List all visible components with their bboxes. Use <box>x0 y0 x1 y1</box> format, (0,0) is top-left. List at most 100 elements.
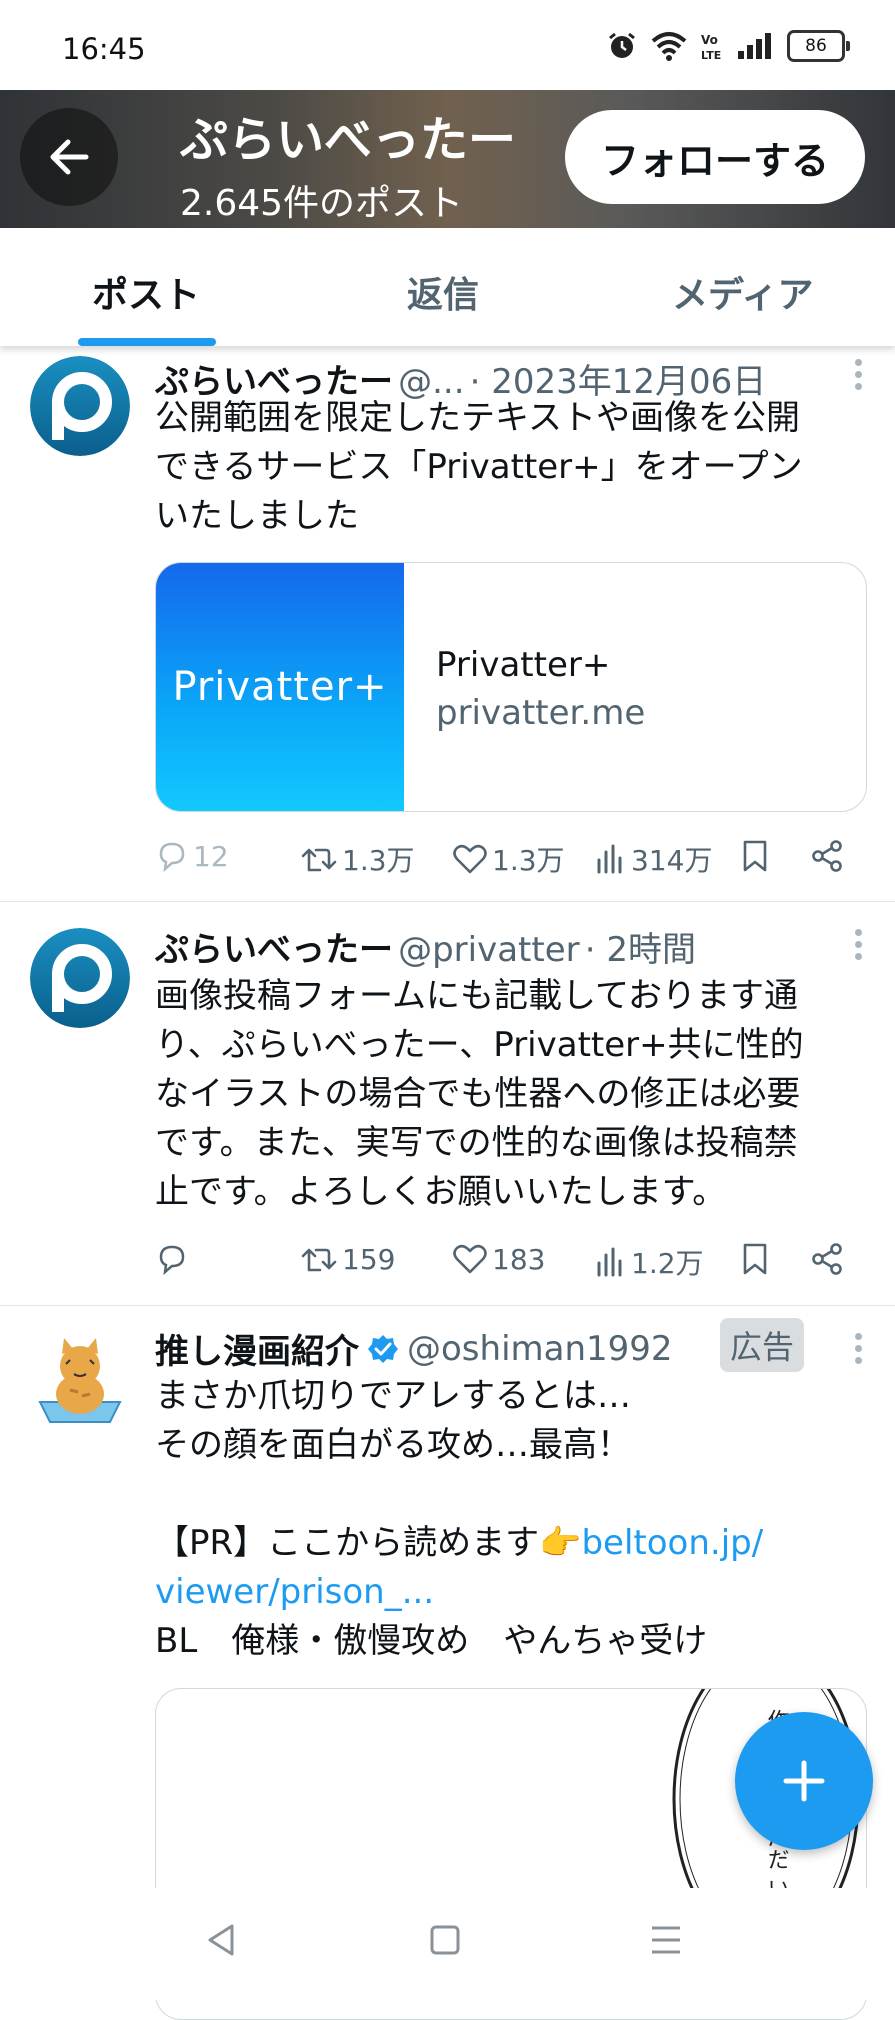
profile-tabs: ポスト 返信 メディア <box>0 228 895 346</box>
share-icon <box>812 1243 842 1275</box>
profile-header: ぷらいべったー 2.645件のポスト フォローする <box>0 90 895 228</box>
status-time: 16:45 <box>62 32 146 66</box>
post-link[interactable]: beltoon.jp/ <box>581 1523 763 1563</box>
post-text-line: まさか爪切りでアレするとは… <box>155 1376 631 1416</box>
tab-replies[interactable]: 返信 <box>407 266 479 318</box>
verified-badge-icon <box>368 1334 398 1363</box>
nav-home-icon[interactable] <box>425 1920 465 1960</box>
reply-icon <box>159 1245 185 1276</box>
post-text-line: 画像投稿フォームにも記載しております通 <box>155 976 798 1016</box>
share-icon <box>812 840 842 872</box>
reply-button[interactable]: 12 <box>155 839 229 873</box>
bookmark-icon <box>743 840 767 872</box>
reply-count: 12 <box>193 839 229 873</box>
bookmark-button[interactable] <box>740 839 770 873</box>
link-card-image: Privatter+ <box>156 563 404 811</box>
repost-icon <box>301 1248 337 1272</box>
views-button[interactable]: 1.2万 <box>595 1242 704 1282</box>
post-time: · 2時間 <box>584 930 696 970</box>
like-count: 183 <box>492 1242 546 1276</box>
tab-media[interactable]: メディア <box>672 266 813 318</box>
more-options-icon[interactable] <box>855 924 865 965</box>
post-text: 公開範囲を限定したテキストや画像を公開 できるサービス「Privatter+」を… <box>155 394 875 541</box>
alarm-icon <box>609 32 635 58</box>
link-card-domain: privatter.me <box>436 693 646 733</box>
post-text-line: その顔を面白がる攻め…最高！ <box>155 1425 631 1465</box>
post-actions: 12 1.3万 1.3万 314万 <box>155 839 855 879</box>
post-text-line: なイラストの場合でも性器への修正は必要 <box>155 1074 801 1114</box>
post-link[interactable]: viewer/prison_... <box>155 1568 875 1617</box>
post-text: 画像投稿フォームにも記載しております通 り、ぷらいべったー、Privatter+… <box>155 972 875 1217</box>
repost-button[interactable]: 1.3万 <box>300 839 415 879</box>
like-button[interactable]: 1.3万 <box>452 839 565 879</box>
view-count: 314万 <box>631 844 713 877</box>
repost-icon <box>301 848 337 872</box>
status-bar: 16:45 Vo LTE 86 <box>0 0 895 90</box>
views-icon <box>597 844 622 874</box>
battery-icon: 86 <box>787 30 850 62</box>
tab-posts[interactable]: ポスト <box>92 266 200 318</box>
repost-count: 1.3万 <box>342 844 415 877</box>
wifi-icon <box>651 32 687 61</box>
post-header: ぷらいべったー @privatter · 2時間 <box>155 922 696 971</box>
status-icons: Vo LTE 86 <box>607 30 850 62</box>
author-handle[interactable]: @oshiman1992 <box>407 1329 673 1369</box>
ad-badge: 広告 <box>720 1318 804 1372</box>
repost-button[interactable]: 159 <box>300 1242 395 1276</box>
system-nav-bar <box>0 1888 895 2000</box>
post-text-line: 公開範囲を限定したテキストや画像を公開 <box>155 398 800 438</box>
post-actions: 159 183 1.2万 <box>155 1242 855 1282</box>
compose-button[interactable] <box>735 1712 873 1850</box>
post-header: 推し漫画紹介 @oshiman1992 <box>155 1324 673 1373</box>
post-text: まさか爪切りでアレするとは… その顔を面白がる攻め…最高！ 【PR】ここから読め… <box>155 1372 875 1666</box>
back-button[interactable] <box>20 108 118 206</box>
post-text-line: り、ぷらいべったー、Privatter+共に性的 <box>155 1025 804 1065</box>
more-options-icon[interactable] <box>855 1328 865 1369</box>
more-options-icon[interactable] <box>855 354 865 395</box>
repost-count: 159 <box>342 1242 396 1276</box>
card-image-logo: Privatter+ <box>172 664 388 710</box>
post-text-line: いたしました <box>155 496 359 536</box>
view-count: 1.2万 <box>631 1247 704 1280</box>
post-text-line: できるサービス「Privatter+」をオープン <box>155 447 803 487</box>
like-button[interactable]: 183 <box>452 1242 545 1276</box>
svg-text:Vo: Vo <box>701 33 718 47</box>
share-button[interactable] <box>810 1242 844 1276</box>
profile-name: ぷらいべったー <box>180 112 517 168</box>
post-item[interactable]: ぷらいべったー @... · 2023年12月06日 公開範囲を限定したテキスト… <box>0 346 895 902</box>
author-name[interactable]: 推し漫画紹介 <box>155 1324 359 1373</box>
heart-icon <box>453 1244 487 1274</box>
nav-menu-icon[interactable] <box>646 1920 686 1960</box>
avatar[interactable] <box>30 356 130 456</box>
post-text-line: 【PR】ここから読めます👉beltoon.jp/ <box>155 1519 875 1568</box>
share-button[interactable] <box>810 839 844 873</box>
post-count: 2.645件のポスト <box>180 183 464 224</box>
follow-button[interactable]: フォローする <box>565 110 865 204</box>
back-arrow-icon <box>50 139 89 175</box>
author-handle[interactable]: @privatter <box>398 930 580 970</box>
views-button[interactable]: 314万 <box>595 839 712 879</box>
like-count: 1.3万 <box>492 844 565 877</box>
bookmark-button[interactable] <box>740 1242 770 1276</box>
avatar[interactable] <box>30 1330 130 1430</box>
reply-icon <box>159 842 185 873</box>
link-card-title: Privatter+ <box>436 645 611 685</box>
post-tags: BL 俺様・傲慢攻め やんちゃ受け <box>155 1621 708 1661</box>
post-text-line: 止です。よろしくお願いいたします。 <box>155 1172 727 1212</box>
heart-icon <box>453 844 487 874</box>
svg-text:LTE: LTE <box>701 49 721 61</box>
post-text-line: です。また、実写での性的な画像は投稿禁 <box>155 1123 798 1163</box>
volte-icon: Vo LTE <box>701 33 721 61</box>
tab-indicator <box>78 338 216 346</box>
nav-back-icon[interactable] <box>202 1920 242 1960</box>
views-icon <box>597 1247 622 1277</box>
author-name[interactable]: ぷらいべったー <box>155 930 393 970</box>
reply-button[interactable] <box>155 1242 193 1276</box>
avatar[interactable] <box>30 928 130 1028</box>
post-text-blank <box>155 1470 875 1519</box>
post-item[interactable]: ぷらいべったー @privatter · 2時間 画像投稿フォームにも記載してお… <box>0 902 895 1306</box>
signal-icon <box>738 33 771 59</box>
plus-icon <box>783 1760 825 1802</box>
post-text-pr: 【PR】ここから読めます👉 <box>155 1523 582 1563</box>
link-card[interactable]: Privatter+ Privatter+ privatter.me <box>155 562 867 812</box>
